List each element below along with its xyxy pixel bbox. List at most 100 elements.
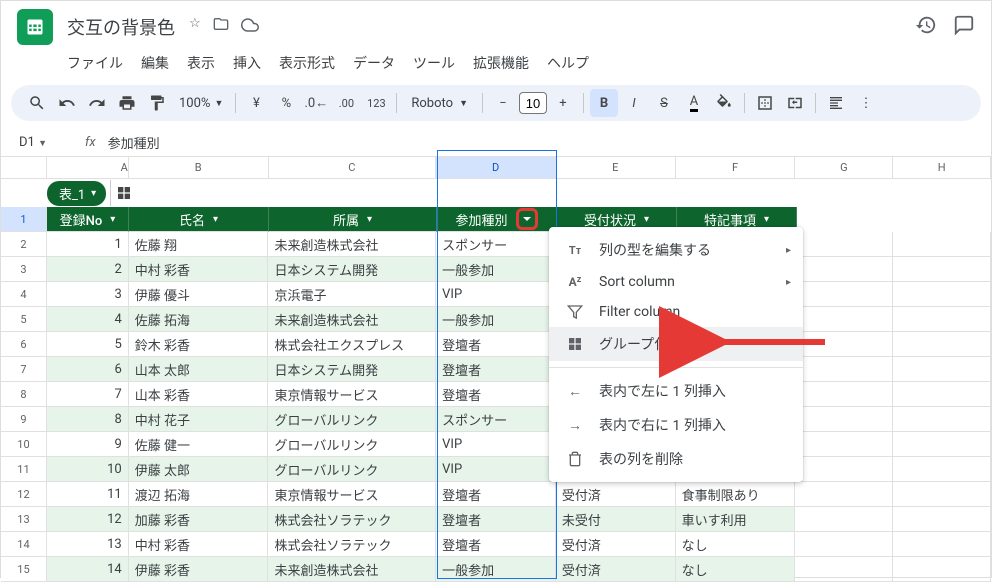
menu-view[interactable]: 表示 <box>179 49 223 77</box>
cell-no[interactable]: 13 <box>47 532 129 557</box>
text-color-icon[interactable]: A <box>680 89 708 117</box>
cell-name[interactable]: 伊藤 太郎 <box>129 457 269 482</box>
cell-org[interactable]: 未来創造株式会社 <box>268 557 436 582</box>
cell-empty[interactable] <box>893 382 991 407</box>
zoom-select[interactable]: 100% ▼ <box>173 96 229 111</box>
cell-name[interactable]: 加藤 彩香 <box>129 507 269 532</box>
col-header-c[interactable]: C <box>269 157 437 178</box>
cell-type[interactable]: 登壇者 <box>436 532 556 557</box>
row-header[interactable]: 12 <box>1 482 47 507</box>
name-box[interactable]: D1 ▼ <box>13 133 73 152</box>
cell-empty[interactable] <box>795 482 893 507</box>
column-menu-dropdown[interactable] <box>516 208 538 230</box>
history-icon[interactable] <box>915 14 937 40</box>
menu-format[interactable]: 表示形式 <box>271 49 343 77</box>
cell-org[interactable]: グローバルリンク <box>268 432 436 457</box>
cell-type[interactable]: 一般参加 <box>436 307 556 332</box>
cell-no[interactable]: 4 <box>47 307 129 332</box>
cell-note[interactable]: 食事制限あり <box>676 482 796 507</box>
cell-name[interactable]: 佐藤 健一 <box>129 432 269 457</box>
format-123-icon[interactable]: 123 <box>362 89 390 117</box>
select-all-corner[interactable] <box>1 157 47 178</box>
row-header[interactable]: 5 <box>1 307 47 332</box>
cell-empty[interactable] <box>893 457 991 482</box>
th-type[interactable]: 参加種別 <box>437 207 557 232</box>
col-header-b[interactable]: B <box>129 157 269 178</box>
cell-type[interactable]: 一般参加 <box>436 257 556 282</box>
menu-data[interactable]: データ <box>345 49 403 77</box>
cell-org[interactable]: 日本システム開発 <box>268 357 436 382</box>
cell-type[interactable]: スポンサー <box>436 232 556 257</box>
cell-empty[interactable] <box>893 507 991 532</box>
undo-icon[interactable] <box>53 89 81 117</box>
cell-org[interactable]: 株式会社ソラテック <box>268 507 436 532</box>
cell-name[interactable]: 渡辺 拓海 <box>129 482 269 507</box>
th-no[interactable]: 登録No▾ <box>47 207 129 232</box>
cell-name[interactable]: 中村 彩香 <box>129 257 269 282</box>
cell-empty[interactable] <box>795 557 893 582</box>
cell-type[interactable]: 一般参加 <box>436 557 556 582</box>
row-header[interactable]: 13 <box>1 507 47 532</box>
font-size-input[interactable] <box>519 92 547 114</box>
cell-org[interactable]: 株式会社ソラテック <box>268 532 436 557</box>
cloud-icon[interactable] <box>241 16 259 38</box>
cell-type[interactable]: VIP <box>436 457 556 482</box>
merge-icon[interactable] <box>781 89 809 117</box>
cell-no[interactable]: 7 <box>47 382 129 407</box>
cell-type[interactable]: 登壇者 <box>436 332 556 357</box>
cell-empty[interactable] <box>795 232 893 257</box>
cell-empty[interactable] <box>893 257 991 282</box>
menu-file[interactable]: ファイル <box>59 49 131 77</box>
cell-no[interactable]: 2 <box>47 257 129 282</box>
menu-extensions[interactable]: 拡張機能 <box>465 49 537 77</box>
doc-title[interactable]: 交互の背景色 <box>61 12 181 42</box>
cell-no[interactable]: 3 <box>47 282 129 307</box>
cell-empty[interactable] <box>893 332 991 357</box>
cell-no[interactable]: 6 <box>47 357 129 382</box>
cell-no[interactable]: 11 <box>47 482 129 507</box>
formula-bar[interactable]: 参加種別 <box>108 133 160 152</box>
cell-no[interactable]: 9 <box>47 432 129 457</box>
cell-type[interactable]: 登壇者 <box>436 357 556 382</box>
cell-empty[interactable] <box>795 532 893 557</box>
cell-name[interactable]: 伊藤 優斗 <box>129 282 269 307</box>
col-header-f[interactable]: F <box>676 157 796 178</box>
cell-stat[interactable]: 未受付 <box>556 507 676 532</box>
font-select[interactable]: Roboto ▼ <box>403 96 476 111</box>
th-name[interactable]: 氏名▾ <box>129 207 269 232</box>
menu-tools[interactable]: ツール <box>405 49 463 77</box>
decrease-decimal-icon[interactable]: .0← <box>302 89 330 117</box>
cell-name[interactable]: 山本 太郎 <box>129 357 269 382</box>
cell-empty[interactable] <box>795 307 893 332</box>
cell-name[interactable]: 中村 花子 <box>129 407 269 432</box>
cell-empty[interactable] <box>795 507 893 532</box>
increase-decimal-icon[interactable]: .00 <box>332 89 360 117</box>
row-header[interactable]: 7 <box>1 357 47 382</box>
table-chip[interactable]: 表_1 ▾ <box>47 181 106 206</box>
cell-name[interactable]: 山本 彩香 <box>129 382 269 407</box>
col-header-d[interactable]: D <box>436 157 556 178</box>
cell-stat[interactable]: 受付済 <box>556 482 676 507</box>
more-icon[interactable]: ⋮ <box>852 89 880 117</box>
cell-empty[interactable] <box>893 307 991 332</box>
cell-note[interactable]: 車いす利用 <box>676 507 796 532</box>
paint-format-icon[interactable] <box>143 89 171 117</box>
cell-note[interactable]: なし <box>676 532 796 557</box>
move-icon[interactable] <box>213 16 229 38</box>
cell-empty[interactable] <box>795 257 893 282</box>
row-header[interactable]: 15 <box>1 557 47 582</box>
cell-type[interactable]: VIP <box>436 282 556 307</box>
cell-empty[interactable] <box>893 557 991 582</box>
currency-icon[interactable]: ¥ <box>242 89 270 117</box>
menu-insert-right[interactable]: → 表内で右に 1 列挿入 <box>549 408 803 442</box>
row-header[interactable]: 8 <box>1 382 47 407</box>
search-icon[interactable] <box>23 89 51 117</box>
cell-org[interactable]: 未来創造株式会社 <box>268 232 436 257</box>
cell-empty[interactable] <box>893 532 991 557</box>
percent-icon[interactable]: % <box>272 89 300 117</box>
table-view-icon[interactable] <box>110 180 136 206</box>
cell-name[interactable]: 中村 彩香 <box>129 532 269 557</box>
cell-org[interactable]: 株式会社エクスプレス <box>268 332 436 357</box>
cell-org[interactable]: 東京情報サービス <box>268 482 436 507</box>
cell-stat[interactable]: 受付済 <box>556 532 676 557</box>
